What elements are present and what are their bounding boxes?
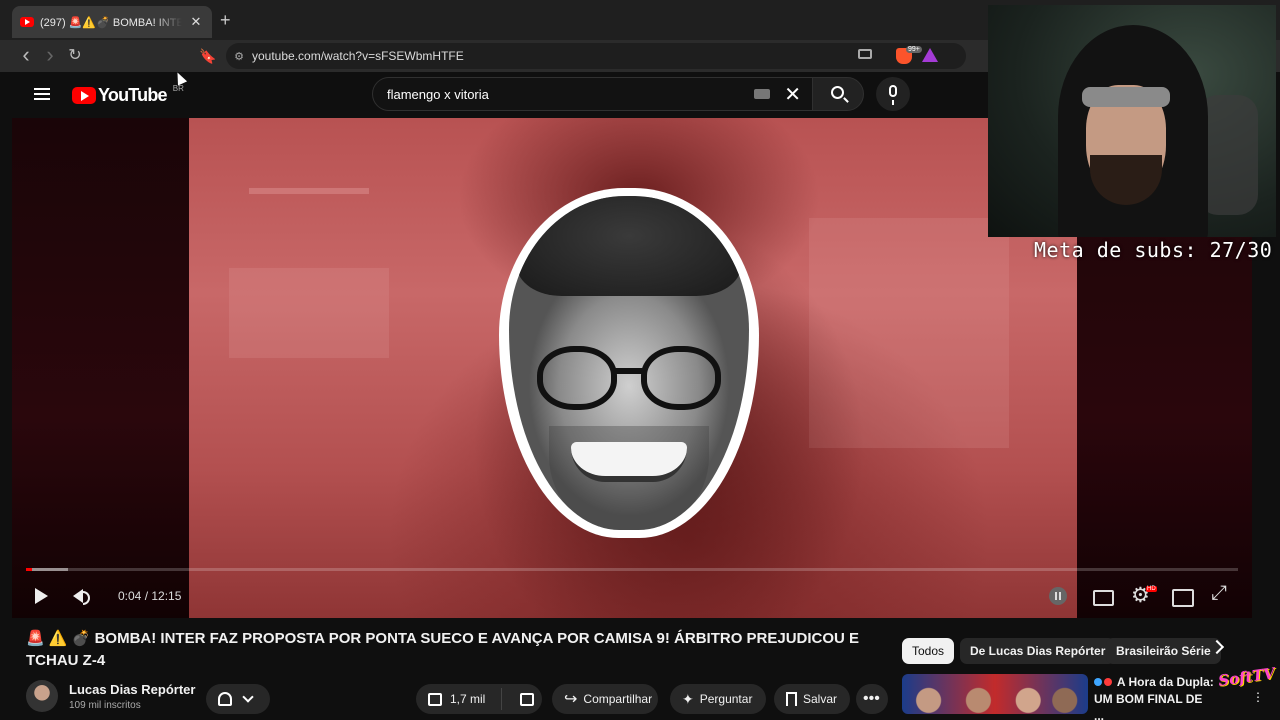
- browser-tab[interactable]: (297) 🚨⚠️💣 BOMBA! INTER FAZ ✕: [12, 6, 212, 38]
- glasses-left-lens: [537, 346, 617, 410]
- share-label: Compartilhar: [583, 692, 653, 706]
- bomb-emoji-icon: 💣: [71, 630, 91, 647]
- theater-mode-icon[interactable]: [1170, 584, 1194, 608]
- player-controls: 0:04 / 12:15 HD: [12, 576, 1252, 616]
- save-label: Salvar: [803, 692, 838, 706]
- play-icon[interactable]: [30, 584, 54, 608]
- clear-search-icon[interactable]: ✕: [784, 82, 801, 107]
- subscriber-count: 109 mil inscritos: [69, 700, 141, 711]
- address-bar[interactable]: ⚙ youtube.com/watch?v=sFSEWbmHTFE: [226, 43, 966, 69]
- hd-badge: HD: [1146, 586, 1157, 592]
- progress-bar[interactable]: [26, 568, 1238, 571]
- recommendation-menu-icon[interactable]: ⋮: [1252, 690, 1264, 704]
- smile: [571, 442, 687, 482]
- share-icon: ↪: [564, 691, 578, 708]
- volume-icon[interactable]: [70, 584, 94, 608]
- video-title: 🚨 ⚠️ 💣 BOMBA! INTER FAZ PROPOSTA POR PON…: [26, 628, 886, 672]
- sparkle-icon: ✦: [682, 690, 694, 707]
- new-tab-button[interactable]: +: [220, 10, 231, 31]
- sticker-face: [509, 196, 749, 530]
- siren-emoji-icon: 🚨: [26, 630, 45, 647]
- youtube-logo[interactable]: YouTube BR: [72, 84, 184, 106]
- recommended-video-title[interactable]: A Hora da Dupla: UM BOM FINAL DE ...: [1094, 674, 1214, 720]
- bookmark-icon: [786, 692, 797, 706]
- brave-rewards-icon[interactable]: [922, 48, 938, 62]
- streamer-webcam: [988, 5, 1276, 237]
- like-button[interactable]: 1,7 mil: [416, 688, 502, 710]
- dislike-button[interactable]: [520, 692, 534, 706]
- like-dislike-group: 1,7 mil: [416, 684, 542, 714]
- forward-button[interactable]: ›: [40, 44, 60, 66]
- search-button[interactable]: [812, 77, 864, 111]
- ask-button[interactable]: ✦ Perguntar: [670, 684, 766, 714]
- cast-icon[interactable]: [858, 49, 872, 59]
- red-circle-emoji-icon: [1104, 678, 1112, 686]
- youtube-wordmark: YouTube: [98, 85, 168, 105]
- chip-brasileirao[interactable]: Brasileirão Série: [1106, 638, 1221, 664]
- fullscreen-icon[interactable]: [1208, 582, 1232, 608]
- warning-emoji-icon: ⚠️: [48, 630, 68, 647]
- bookmark-page-icon[interactable]: 🔖: [198, 46, 218, 66]
- glasses-right-lens: [641, 346, 721, 410]
- more-actions-button[interactable]: •••: [856, 684, 888, 714]
- stream-logo-overlay: SoftTV: [1217, 664, 1277, 690]
- background-shop: [229, 268, 389, 358]
- notifications-button[interactable]: [206, 684, 270, 714]
- back-button[interactable]: ‹: [16, 44, 36, 66]
- ceiling-light: [249, 188, 369, 194]
- microphone-icon: [889, 85, 897, 105]
- current-time: 0:04: [118, 589, 142, 603]
- search-icon: [831, 86, 844, 99]
- site-settings-icon[interactable]: ⚙: [226, 50, 252, 63]
- recommended-video-thumbnail[interactable]: [902, 674, 1088, 714]
- chevron-down-icon: [242, 691, 254, 703]
- url-text: youtube.com/watch?v=sFSEWbmHTFE: [252, 49, 464, 63]
- like-count: 1,7 mil: [450, 692, 486, 706]
- search-box: ✕: [372, 77, 816, 111]
- keyboard-icon[interactable]: [754, 89, 771, 99]
- video-title-text: BOMBA! INTER FAZ PROPOSTA POR PONTA SUEC…: [26, 630, 860, 669]
- thumbnail-people: [912, 680, 1078, 714]
- subscriber-goal-overlay: Meta de subs: 27/30: [1034, 238, 1273, 262]
- video-frame: [189, 118, 1077, 618]
- reload-button[interactable]: ↻: [65, 46, 85, 66]
- search-input[interactable]: [387, 86, 755, 102]
- subtitles-icon[interactable]: [1090, 584, 1114, 608]
- chip-todos[interactable]: Todos: [902, 638, 955, 664]
- progress-played: [26, 568, 33, 571]
- channel-avatar[interactable]: [26, 680, 58, 712]
- thumbs-up-icon: [428, 692, 442, 706]
- headband: [1082, 87, 1170, 107]
- duration: 12:15: [151, 589, 182, 603]
- autoplay-pause-icon[interactable]: [1049, 587, 1067, 605]
- youtube-masthead: YouTube BR ✕: [12, 72, 988, 118]
- blue-circle-emoji-icon: [1094, 678, 1102, 686]
- youtube-favicon-icon: [20, 17, 34, 27]
- voice-search-button[interactable]: [876, 77, 910, 111]
- glasses-bridge: [613, 368, 645, 374]
- related-filter-chips: Todos De Lucas Dias Repórter Brasileirão…: [902, 638, 1232, 664]
- time-display: 0:04 / 12:15: [118, 589, 181, 603]
- bell-icon: [218, 692, 232, 706]
- progress-buffered: [26, 568, 69, 571]
- save-button[interactable]: Salvar: [774, 684, 850, 714]
- youtube-play-logo-icon: [72, 87, 96, 104]
- ask-label: Perguntar: [699, 692, 753, 706]
- tab-close-button[interactable]: ✕: [188, 14, 204, 30]
- shields-count-badge: 99+: [906, 46, 922, 53]
- chip-channel[interactable]: De Lucas Dias Repórter: [960, 638, 1116, 664]
- share-button[interactable]: ↪ Compartilhar: [552, 684, 658, 714]
- channel-name[interactable]: Lucas Dias Repórter: [69, 682, 195, 697]
- menu-icon[interactable]: [34, 88, 50, 100]
- tab-title: (297) 🚨⚠️💣 BOMBA! INTER FAZ: [40, 16, 182, 29]
- player-letterbox-left: [12, 118, 189, 618]
- time-separator: /: [141, 589, 152, 603]
